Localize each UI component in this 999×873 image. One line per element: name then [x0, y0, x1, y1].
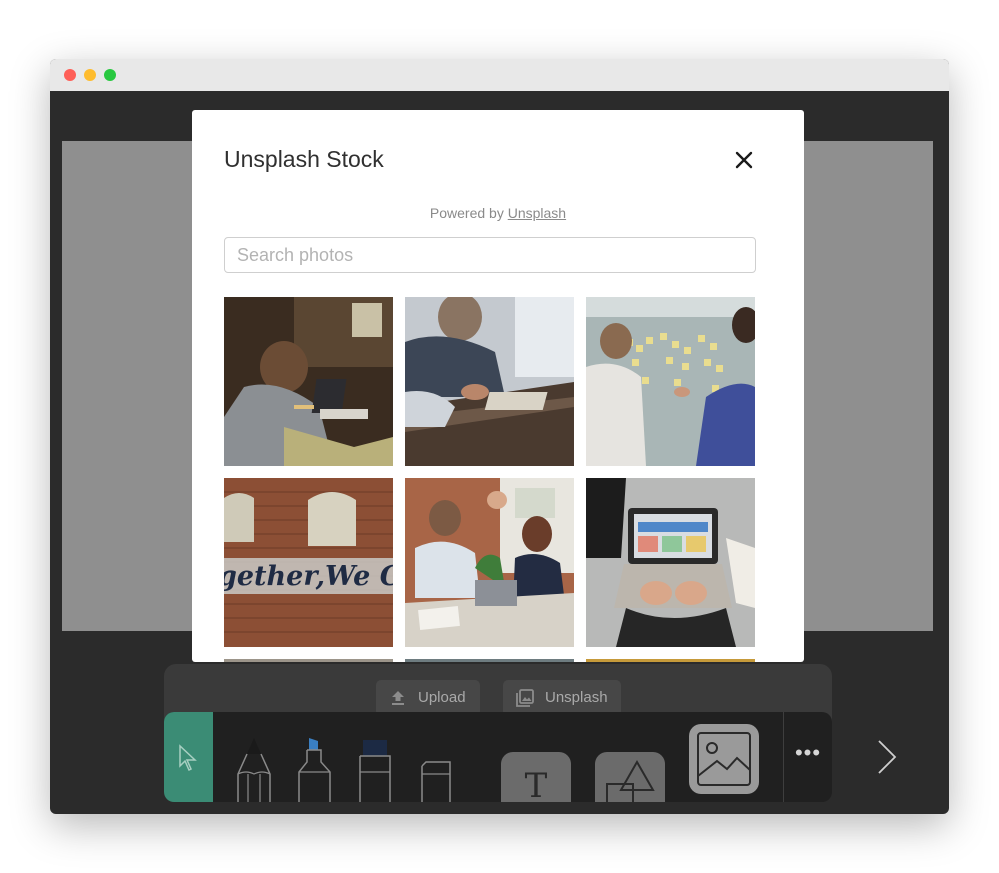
shape-tool[interactable] [595, 752, 665, 802]
photo-high-five[interactable] [405, 478, 574, 647]
photo-meeting-table[interactable] [405, 297, 574, 466]
marker-navy-tool[interactable] [356, 736, 394, 802]
minimize-window-button[interactable] [84, 69, 96, 81]
text-tool-glyph: T [524, 766, 548, 802]
powered-by-text: Powered by [429, 205, 504, 221]
graffiti-caption: gether,We Cre [224, 561, 393, 592]
more-icon: ••• [794, 740, 822, 765]
powered-by: Powered by Unsplash [192, 205, 804, 221]
more-options-button[interactable]: ••• [791, 742, 825, 772]
drawing-toolbar: T ••• [164, 712, 832, 802]
image-icon [697, 732, 751, 786]
photo-video-call[interactable] [224, 297, 393, 466]
upload-icon [392, 691, 404, 705]
photo-partial-3[interactable] [586, 659, 755, 662]
marker-blue-tool[interactable] [296, 736, 334, 802]
unsplash-link[interactable]: Unsplash [508, 205, 566, 221]
photo-partial-2[interactable] [405, 659, 574, 662]
unsplash-label: Unsplash [545, 689, 608, 706]
eraser-tool[interactable] [416, 736, 454, 802]
modal-title: Unsplash Stock [224, 146, 384, 172]
select-tool[interactable] [164, 712, 213, 802]
close-window-button[interactable] [64, 69, 76, 81]
title-bar [50, 59, 949, 91]
unsplash-button[interactable]: Unsplash [503, 680, 621, 716]
upload-button[interactable]: Upload [376, 680, 480, 716]
photo-laptop-typing[interactable] [586, 478, 755, 647]
photo-sticky-notes[interactable] [586, 297, 755, 466]
photo-library-icon [516, 689, 534, 707]
search-input[interactable] [224, 237, 756, 273]
maximize-window-button[interactable] [104, 69, 116, 81]
toolbar-divider [783, 712, 784, 802]
photo-brick-wall-graffiti[interactable]: gether,We Cre [224, 478, 393, 647]
unsplash-stock-modal: Unsplash Stock Powered by Unsplash Searc… [192, 110, 804, 662]
upload-label: Upload [418, 689, 466, 706]
cursor-arrow-icon [179, 744, 197, 772]
close-icon[interactable] [730, 146, 758, 174]
shapes-icon [606, 759, 655, 802]
pencil-tool[interactable] [236, 736, 272, 802]
text-tool[interactable]: T [501, 752, 571, 802]
image-tool[interactable] [689, 724, 759, 794]
photo-partial-1[interactable] [224, 659, 393, 662]
chevron-right-icon[interactable] [875, 739, 899, 775]
